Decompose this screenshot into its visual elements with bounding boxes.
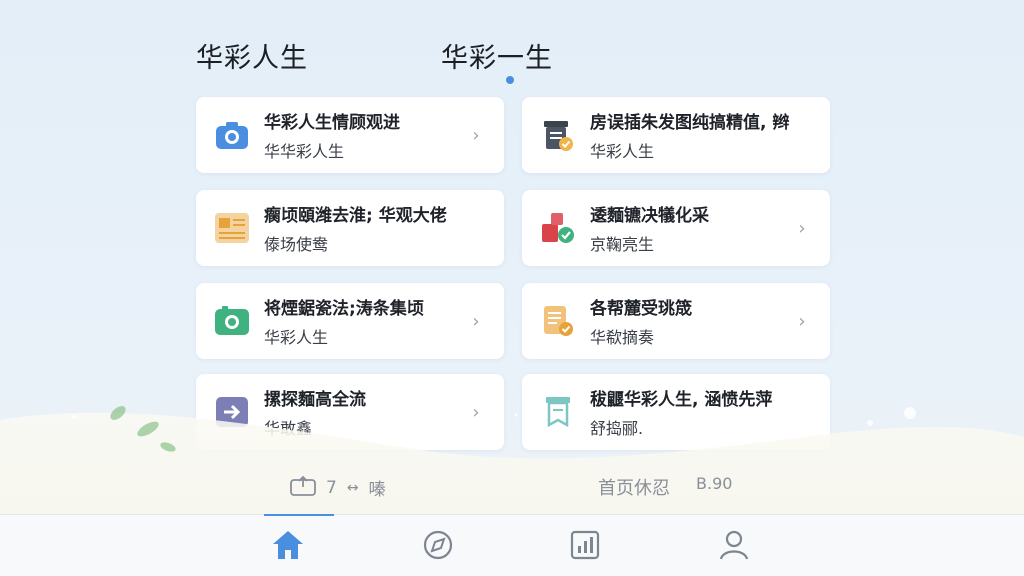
info-arrows: ↔	[346, 479, 359, 496]
card-title: 华彩人生情顾观进	[264, 113, 400, 133]
camera-icon	[214, 117, 250, 153]
card-title: 房误插朱发图纯搞精值, 辫	[590, 113, 790, 133]
home-icon	[271, 529, 305, 565]
card-subtitle: 华华彩人生	[264, 142, 345, 161]
archive-check-icon	[540, 117, 576, 153]
card-title: 瘸顷頤潍去淮; 华观大佬	[264, 206, 447, 226]
active-tab-indicator	[506, 76, 514, 84]
card-1[interactable]: 华彩人生情顾观进 华华彩人生 ›	[196, 97, 504, 173]
card-subtitle: 华彩人生	[264, 328, 329, 347]
chevron-right-icon: ›	[472, 401, 480, 423]
nav-discover[interactable]	[420, 529, 456, 565]
info-label: 嗪	[368, 480, 386, 500]
chevron-right-icon: ›	[472, 124, 480, 146]
nav-active-indicator	[264, 514, 334, 516]
card-subtitle: 华彩人生	[590, 142, 655, 161]
card-4[interactable]: 逶麵镳决犠化采 京鞠亮生 ›	[522, 190, 830, 266]
bookmark-icon	[540, 394, 576, 430]
card-subtitle: 华欷摘奏	[590, 328, 655, 347]
share-icon	[290, 474, 316, 501]
document-check-icon	[540, 303, 576, 339]
chevron-right-icon: ›	[798, 217, 806, 239]
nav-stats[interactable]	[567, 529, 603, 565]
card-title: 将煙鋸瓷法;涛条集顷	[264, 299, 424, 319]
chevron-right-icon: ›	[472, 310, 480, 332]
card-7[interactable]: 摞探麵高全流 华敢鑫 ›	[196, 374, 504, 450]
info-count: 7	[326, 477, 337, 498]
card-title: 逶麵镳决犠化采	[590, 206, 709, 226]
card-title: 摞探麵高全流	[264, 390, 366, 410]
card-title: 各帮麓受珧筬	[590, 299, 692, 319]
user-icon	[718, 529, 750, 565]
info-right-label: 首页休忍	[598, 478, 670, 499]
tab-huacai-yisheng[interactable]: 华彩一生	[441, 36, 553, 75]
decorative-wave	[0, 406, 1024, 525]
card-5[interactable]: 将煙鋸瓷法;涛条集顷 华彩人生 ›	[196, 283, 504, 359]
photo-icon	[214, 303, 250, 339]
card-6[interactable]: 各帮麓受珧筬 华欷摘奏 ›	[522, 283, 830, 359]
card-3[interactable]: 瘸顷頤潍去淮; 华观大佬 傣场使鸯	[196, 190, 504, 266]
card-subtitle: 华敢鑫	[264, 419, 313, 438]
discover-icon	[422, 529, 454, 565]
chart-icon	[569, 529, 601, 565]
card-subtitle: 京鞠亮生	[590, 235, 655, 254]
shapes-check-icon	[540, 210, 576, 246]
nav-home[interactable]	[270, 529, 306, 565]
info-right: 首页休忍 B.90	[598, 474, 732, 500]
card-subtitle: 舒捣郦.	[590, 419, 644, 438]
bottom-nav	[0, 514, 1024, 576]
card-subtitle: 傣场使鸯	[264, 235, 329, 254]
arrow-right-icon	[214, 394, 250, 430]
info-row: 7 ↔ 嗪 首页休忍 B.90	[0, 470, 1024, 502]
chevron-right-icon: ›	[798, 310, 806, 332]
tab-huacai-rensheng[interactable]: 华彩人生	[196, 36, 308, 75]
card-8[interactable]: 秡鼴华彩人生, 涵愤先萍 舒捣郦.	[522, 374, 830, 450]
card-2[interactable]: 房误插朱发图纯搞精值, 辫 华彩人生	[522, 97, 830, 173]
newspaper-icon	[214, 210, 250, 246]
nav-profile[interactable]	[716, 529, 752, 565]
card-title: 秡鼴华彩人生, 涵愤先萍	[590, 390, 773, 410]
info-left[interactable]: 7 ↔ 嗪	[290, 474, 386, 501]
info-right-value: B.90	[696, 474, 733, 493]
top-tabs: 华彩人生 华彩一生	[196, 32, 836, 92]
